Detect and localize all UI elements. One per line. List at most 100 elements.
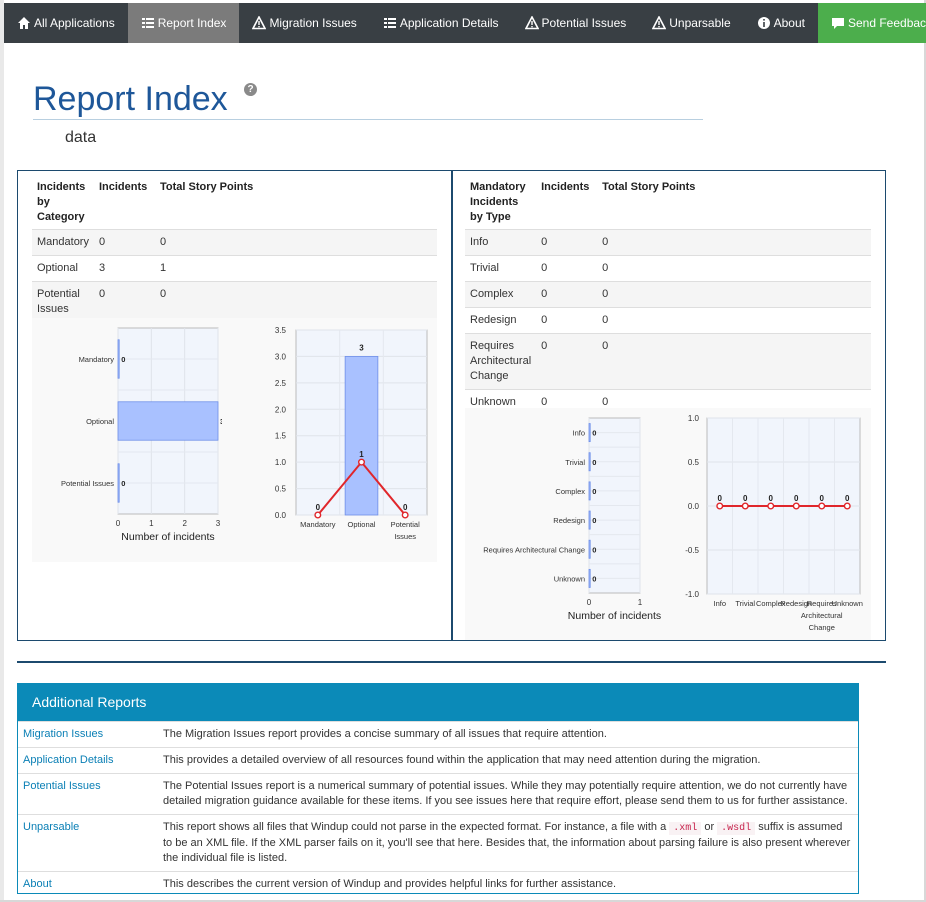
y-tick-label: -0.5 [685, 546, 699, 555]
y-tick-label: 2.5 [275, 379, 287, 388]
row-incidents: 3 [93, 255, 155, 282]
line-point [357, 458, 365, 466]
additional-reports-table: Migration Issues The Migration Issues re… [18, 721, 858, 897]
desc-text: or [701, 821, 718, 833]
table-row: Potential Issues The Potential Issues re… [18, 773, 858, 815]
nav-all-applications[interactable]: All Applications [4, 3, 128, 43]
data-label: 1 [359, 450, 364, 459]
report-description: The Migration Issues report provides a c… [158, 721, 858, 748]
row-points: 0 [597, 281, 871, 308]
x-tick-label: Unknown [832, 599, 863, 608]
application-name: data [65, 129, 97, 146]
link-unparsable[interactable]: Unparsable [18, 814, 158, 872]
title-divider [33, 119, 703, 120]
list-icon [383, 18, 396, 28]
report-description: This describes the current version of Wi… [158, 871, 858, 897]
report-description: This report shows all files that Windup … [158, 814, 858, 872]
bar [344, 356, 379, 516]
line-point [767, 502, 775, 510]
table-row: Redesign 0 0 [465, 307, 871, 334]
line-point [818, 502, 826, 510]
data-label: 0 [592, 545, 596, 554]
y-tick-label: 3.0 [275, 352, 287, 361]
category-label: Complex [555, 487, 585, 496]
row-incidents: 0 [93, 229, 155, 256]
table-row: Trivial 0 0 [465, 255, 871, 282]
warning-icon [524, 16, 539, 30]
x-tick-label: Issues [394, 532, 416, 541]
data-label: 0 [794, 494, 799, 503]
warning-icon [252, 16, 267, 30]
x-tick-label: Info [713, 599, 726, 608]
table-row: Complex 0 0 [465, 281, 871, 308]
y-tick-label: -1.0 [685, 590, 699, 599]
bar [588, 568, 591, 588]
row-name: Potential Issues [32, 281, 94, 322]
xml-suffix-code: .xml [669, 822, 702, 835]
nav-report-index[interactable]: Report Index [127, 3, 240, 43]
link-application-details[interactable]: Application Details [18, 747, 158, 774]
link-about[interactable]: About [18, 871, 158, 897]
data-label: 0 [592, 429, 596, 438]
warning-icon [652, 16, 667, 30]
category-label: Optional [86, 417, 114, 426]
x-axis-title: Number of incidents [121, 531, 214, 543]
row-incidents: 0 [536, 281, 598, 308]
data-label: 0 [592, 516, 596, 525]
additional-reports-title: Additional Reports [18, 684, 858, 721]
info-icon [757, 17, 770, 29]
x-tick-label: Architectural [801, 611, 843, 620]
section-divider [17, 661, 886, 663]
line-point [716, 502, 724, 510]
row-points: 0 [597, 255, 871, 282]
help-icon[interactable]: ? [244, 83, 257, 96]
home-icon [18, 17, 30, 29]
row-name: Optional [32, 255, 94, 282]
category-label: Requires Architectural Change [483, 545, 585, 554]
row-name: Info [465, 229, 537, 256]
x-axis-title: Number of incidents [568, 610, 661, 622]
nav-application-details[interactable]: Application Details [370, 3, 512, 43]
category-label: Unknown [554, 574, 585, 583]
table-row: Application Details This provides a deta… [18, 747, 858, 774]
x-tick-label: 1 [638, 598, 643, 607]
nav-migration-issues[interactable]: Migration Issues [239, 3, 369, 43]
x-tick-label: Change [809, 623, 835, 632]
nav-label: About [773, 16, 805, 30]
comment-icon [831, 18, 844, 29]
category-table: Incidents by Category Incidents Total St… [32, 175, 437, 322]
column-header: Total Story Points [602, 181, 696, 193]
nav-potential-issues[interactable]: Potential Issues [512, 3, 640, 43]
row-name: Mandatory [32, 229, 94, 256]
list-icon [141, 18, 154, 28]
top-navbar: All Applications Report Index Migration … [4, 3, 926, 43]
data-label: 0 [121, 479, 125, 488]
nav-unparsable[interactable]: Unparsable [639, 3, 743, 43]
data-label: 0 [316, 503, 321, 512]
bar [117, 401, 219, 441]
nav-about[interactable]: About [744, 3, 818, 43]
nav-label: Unparsable [669, 16, 731, 30]
table-row: Info 0 0 [465, 229, 871, 256]
incidents-by-category-panel: Incidents by Category Incidents Total St… [17, 170, 452, 641]
table-row: Unparsable This report shows all files t… [18, 814, 858, 872]
data-label: 0 [769, 494, 774, 503]
send-feedback-button[interactable]: Send Feedback [817, 3, 926, 43]
data-label: 0 [592, 487, 596, 496]
category-label: Redesign [553, 516, 585, 525]
wsdl-suffix-code: .wsdl [717, 822, 756, 835]
column-header: Total Story Points [159, 181, 254, 193]
data-label: 0 [121, 355, 125, 364]
row-points: 0 [597, 229, 871, 256]
y-tick-label: 2.0 [275, 405, 287, 414]
data-label: 0 [592, 458, 596, 467]
type-hbar-chart: 0 1 Info 0 Trivial 0 Complex 0 Redesign 0 Requires… [483, 417, 661, 622]
category-label: Mandatory [79, 355, 115, 364]
bar [588, 481, 591, 501]
nav-label: Migration Issues [269, 16, 357, 30]
table-row: About This describes the current version… [18, 871, 858, 897]
link-potential-issues[interactable]: Potential Issues [18, 773, 158, 815]
nav-label: Potential Issues [541, 16, 627, 30]
link-migration-issues[interactable]: Migration Issues [18, 721, 158, 748]
nav-label: Application Details [399, 16, 499, 30]
